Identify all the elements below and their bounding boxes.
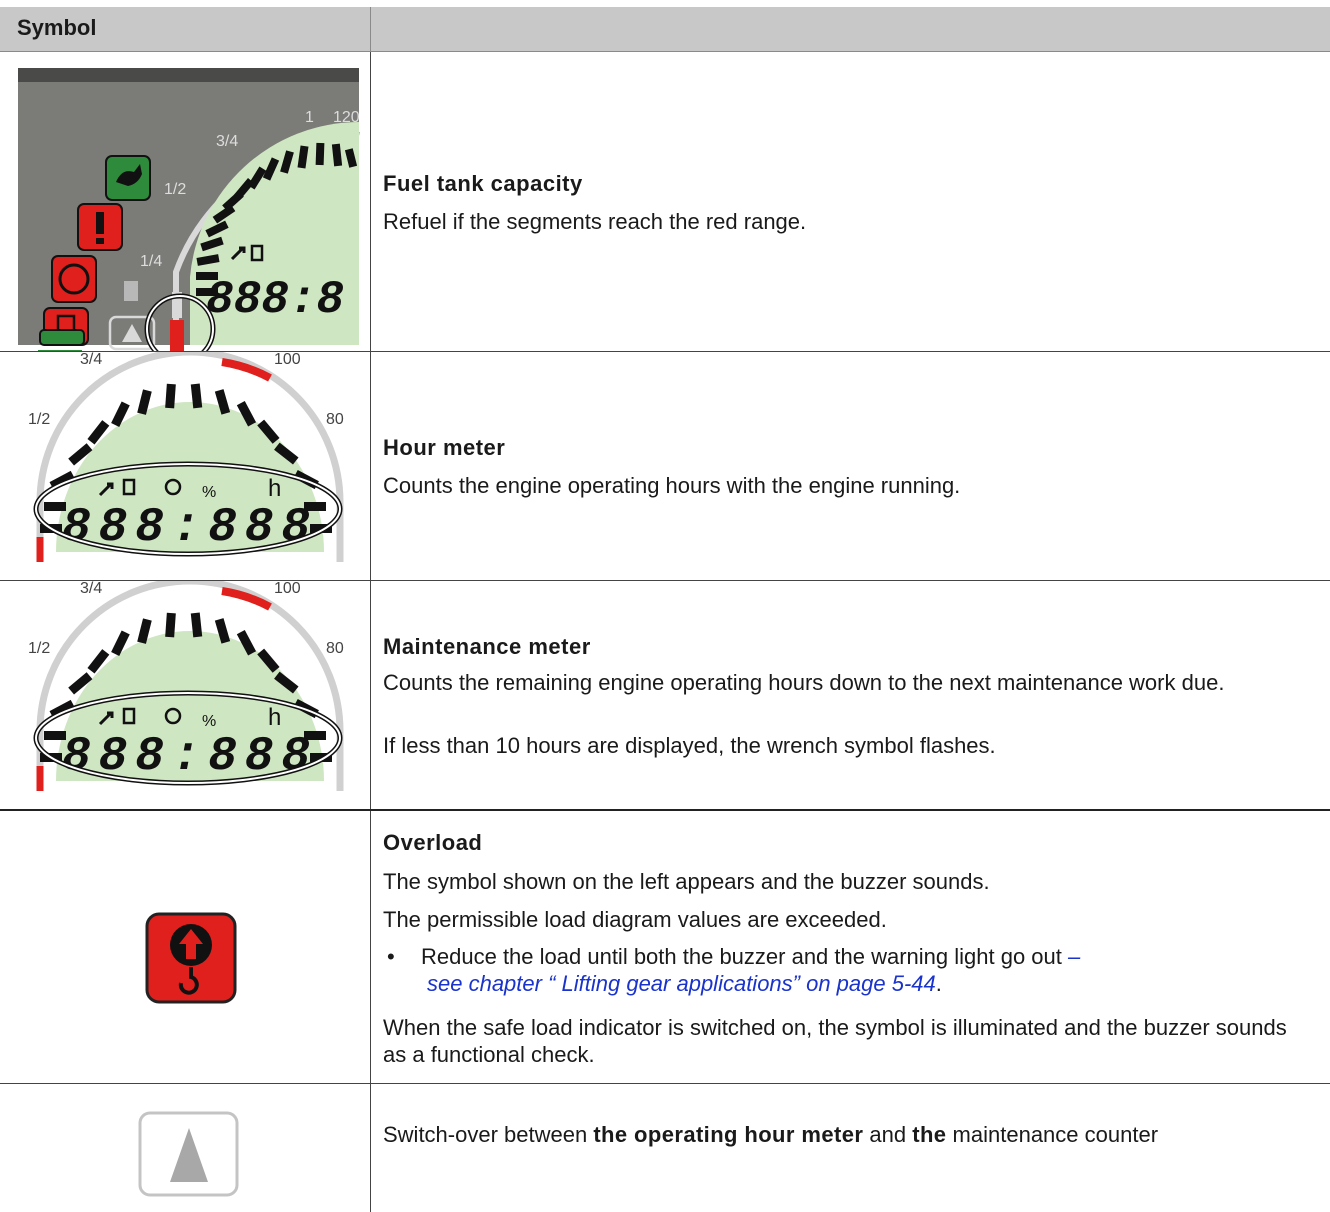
fuel-tank-title: Fuel tank capacity [383, 171, 583, 196]
link-period: . [935, 971, 942, 996]
symbol-cell: 1 120 3/4 1/2 1/4 888:8 [0, 52, 371, 351]
maintenance-meter-line1: Counts the remaining engine operating ho… [383, 670, 1225, 695]
description-cell: Switch-over between the operating hour m… [383, 1084, 1300, 1212]
indicator-filter-icon [51, 255, 97, 303]
scale-label-80: 80 [326, 411, 344, 428]
maintenance-meter-image: 1/2 3/4 100 80 % h 888:888 [28, 581, 344, 791]
hours-label: h [268, 475, 281, 502]
maintenance-meter-line2: If less than 10 hours are displayed, the… [383, 733, 996, 758]
indicator-rabbit-icon [105, 155, 151, 201]
bullet-mark: • [387, 944, 395, 969]
header-cell-symbol: Symbol [0, 7, 371, 51]
table-row-fuel-tank: 1 120 3/4 1/2 1/4 888:8 Fuel tank capaci… [0, 52, 1330, 352]
scale-label-1-2: 1/2 [28, 411, 50, 428]
bullet-body: Reduce the load until both the buzzer an… [421, 944, 1062, 969]
symbol-cell: 1/2 3/4 100 80 % h 888:888 [0, 581, 371, 809]
overload-warning-icon [145, 912, 237, 1004]
fuel-gauge-image: 1 120 3/4 1/2 1/4 888:8 [18, 68, 360, 351]
symbol-cell [0, 811, 371, 1083]
overload-title: Overload [383, 830, 483, 855]
overload-text-3: When the safe load indicator is switched… [383, 1015, 1287, 1067]
switch-text-bold-1: the operating hour meter [593, 1122, 864, 1147]
description-cell: Overload The symbol shown on the left ap… [383, 811, 1300, 1083]
table-row-switch-over: Switch-over between the operating hour m… [0, 1084, 1330, 1212]
switch-text-1: Switch-over between [383, 1122, 594, 1147]
switch-text-bold-2: the [912, 1122, 947, 1147]
scale-label-80: 80 [326, 640, 344, 657]
symbol-cell [0, 1084, 371, 1212]
chapter-link-dash[interactable]: – [1068, 944, 1080, 969]
scale-label-3-4: 3/4 [80, 352, 102, 368]
hour-meter-image: 1/2 3/4 100 80 % h 888:888 [28, 352, 344, 562]
scale-label-1-2: 1/2 [164, 181, 186, 198]
chapter-link[interactable]: see chapter “ Lifting gear applications”… [427, 971, 936, 996]
percent-label: % [202, 713, 216, 730]
hour-meter-title: Hour meter [383, 435, 506, 460]
switch-over-button-icon [138, 1111, 239, 1197]
indicator-warning-icon [77, 203, 123, 251]
overload-text-2: The permissible load diagram values are … [383, 907, 887, 932]
fuel-pump-icon [124, 281, 138, 301]
table-header: Symbol [0, 7, 1330, 52]
description-cell: Maintenance meter Counts the remaining e… [383, 581, 1300, 809]
description-cell: Fuel tank capacity Refuel if the segment… [383, 52, 1300, 351]
overload-text-1: The symbol shown on the left appears and… [383, 869, 990, 894]
hour-meter-text: Counts the engine operating hours with t… [383, 473, 961, 498]
switch-text-2: and [863, 1122, 913, 1147]
overload-bullet-item: • Reduce the load until both the buzzer … [383, 943, 1300, 1003]
table-row-hour-meter: 1/2 3/4 100 80 % h 888:888 Hour meter Co… [0, 352, 1330, 581]
scale-label-1: 1 [305, 109, 314, 126]
switch-over-text: Switch-over between the operating hour m… [383, 1121, 1158, 1148]
table-row-maintenance-meter: 1/2 3/4 100 80 % h 888:888 Maintenance m… [0, 581, 1330, 811]
scale-label-100: 100 [274, 581, 301, 597]
symbol-cell: 1/2 3/4 100 80 % h 888:888 [0, 352, 371, 580]
maintenance-meter-title: Maintenance meter [383, 634, 591, 659]
description-cell: Hour meter Counts the engine operating h… [383, 352, 1300, 580]
header-symbol-label: Symbol [17, 15, 97, 40]
scale-label-100: 100 [274, 352, 301, 368]
bullet-text: Reduce the load until both the buzzer an… [421, 943, 1300, 997]
percent-label: % [202, 484, 216, 501]
scale-label-3-4: 3/4 [80, 581, 102, 597]
scale-label-1-2: 1/2 [28, 640, 50, 657]
switch-text-3: maintenance counter [946, 1122, 1159, 1147]
table-row-overload: Overload The symbol shown on the left ap… [0, 811, 1330, 1084]
symbol-table: Symbol 1 120 3/4 1/2 1/4 888:8 Fuel tank… [0, 7, 1330, 1212]
hours-label: h [268, 704, 281, 731]
scale-label-3-4: 3/4 [216, 133, 238, 150]
indicator-gear-icon [38, 350, 82, 351]
lcd-digits: 888:8 [206, 274, 344, 326]
fuel-tank-text: Refuel if the segments reach the red ran… [383, 209, 807, 234]
scale-label-1-4: 1/4 [140, 253, 162, 270]
